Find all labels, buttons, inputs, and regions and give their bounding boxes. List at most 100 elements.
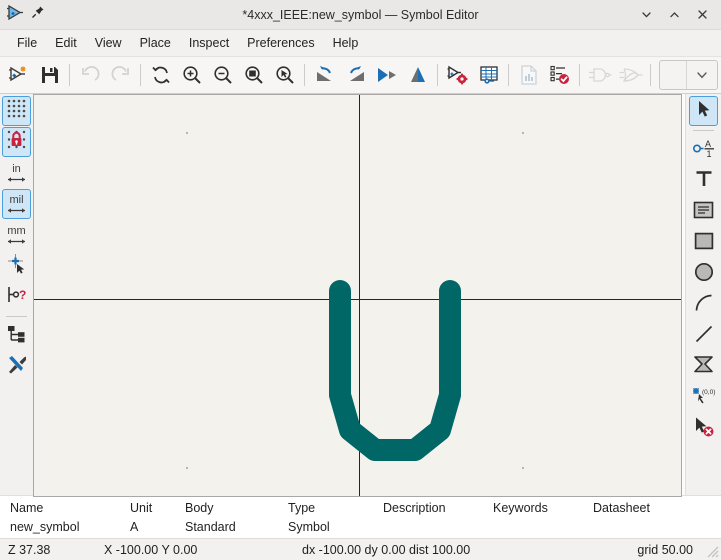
- header-datasheet: Datasheet: [583, 501, 703, 515]
- show-pin-electrical-types-button[interactable]: ?: [2, 282, 31, 312]
- menu-inspect[interactable]: Inspect: [180, 34, 238, 52]
- cell-type[interactable]: Symbol: [278, 520, 373, 534]
- cell-body[interactable]: Standard: [175, 520, 278, 534]
- text-icon: [694, 169, 714, 194]
- undo-button[interactable]: [74, 60, 105, 91]
- symbol-graphic: [34, 95, 682, 497]
- arc-icon: [694, 293, 714, 318]
- symbol-tree-icon: [6, 323, 28, 350]
- menu-place[interactable]: Place: [131, 34, 180, 52]
- symbol-properties-button[interactable]: [442, 60, 473, 91]
- header-name: Name: [0, 501, 120, 515]
- preferences-button[interactable]: [2, 352, 31, 382]
- add-circle-tool-button[interactable]: [689, 259, 718, 289]
- set-anchor-tool-button[interactable]: (0,0): [689, 383, 718, 413]
- add-arc-tool-button[interactable]: [689, 290, 718, 320]
- properties-header-row: Name Unit Body Type Description Keywords…: [0, 498, 721, 517]
- new-symbol-button[interactable]: [3, 60, 34, 91]
- toolbar-separator: [650, 64, 651, 86]
- add-text-tool-button[interactable]: [689, 166, 718, 196]
- pin-icon[interactable]: [31, 5, 45, 24]
- add-pin-icon: A 1: [692, 138, 716, 163]
- grid-lock-icon: [6, 129, 27, 155]
- toggle-cursor-fullscreen-button[interactable]: [2, 251, 31, 281]
- demorgan-standard-button[interactable]: [584, 60, 615, 91]
- menu-preferences[interactable]: Preferences: [238, 34, 323, 52]
- svg-text:?: ?: [19, 288, 26, 302]
- save-button[interactable]: [34, 60, 65, 91]
- minimize-button[interactable]: [639, 7, 654, 22]
- menu-view[interactable]: View: [86, 34, 131, 52]
- drawing-canvas[interactable]: [33, 94, 682, 497]
- delete-tool-button[interactable]: [689, 414, 718, 444]
- sidebar-divider: [693, 130, 714, 131]
- redo-button[interactable]: [105, 60, 136, 91]
- pin-electrical-type-icon: ?: [6, 284, 28, 311]
- window-resize-grip[interactable]: [703, 542, 719, 558]
- symbol-polyline: [340, 291, 450, 450]
- close-button[interactable]: [695, 7, 710, 22]
- line-icon: [694, 324, 714, 349]
- toolbar-separator: [69, 64, 70, 86]
- show-symbol-tree-button[interactable]: [2, 321, 31, 351]
- anchor-origin-icon: (0,0): [691, 387, 717, 410]
- header-description: Description: [373, 501, 483, 515]
- zoom-selection-button[interactable]: [269, 60, 300, 91]
- rotate-ccw-button[interactable]: [309, 60, 340, 91]
- toolbar-separator: [508, 64, 509, 86]
- units-mils-button[interactable]: mil: [2, 189, 31, 219]
- units-millimeters-button[interactable]: mm: [2, 220, 31, 250]
- refresh-button[interactable]: [145, 60, 176, 91]
- erc-button[interactable]: [544, 60, 575, 91]
- menu-bar: File Edit View Place Inspect Preferences…: [0, 30, 721, 57]
- toolbar-separator: [304, 64, 305, 86]
- header-body: Body: [175, 501, 278, 515]
- add-pin-tool-button[interactable]: A 1: [689, 135, 718, 165]
- add-textbox-tool-button[interactable]: [689, 197, 718, 227]
- unit-selector-combo[interactable]: [659, 60, 718, 90]
- zoom-out-button[interactable]: [207, 60, 238, 91]
- select-tool-button[interactable]: [689, 96, 718, 126]
- units-mil-label: mil: [9, 195, 23, 206]
- add-polygon-tool-button[interactable]: [689, 352, 718, 382]
- add-line-tool-button[interactable]: [689, 321, 718, 351]
- polygon-icon: [693, 355, 714, 379]
- status-delta: dx -100.00 dy 0.00 dist 100.00: [294, 543, 629, 557]
- zoom-in-button[interactable]: [176, 60, 207, 91]
- mirror-vertical-button[interactable]: [402, 60, 433, 91]
- tools-icon: [6, 354, 28, 381]
- rotate-cw-button[interactable]: [340, 60, 371, 91]
- demorgan-alternate-button[interactable]: [615, 60, 646, 91]
- toolbar-separator: [579, 64, 580, 86]
- units-inches-button[interactable]: in: [2, 158, 31, 188]
- cell-name[interactable]: new_symbol: [0, 520, 120, 534]
- maximize-button[interactable]: [667, 7, 682, 22]
- toggle-grid-override-button[interactable]: [2, 127, 31, 157]
- datasheet-button[interactable]: [513, 60, 544, 91]
- header-keywords: Keywords: [483, 501, 583, 515]
- menu-file[interactable]: File: [8, 34, 46, 52]
- sidebar-divider: [6, 316, 27, 317]
- cell-unit[interactable]: A: [120, 520, 175, 534]
- textbox-icon: [693, 201, 714, 224]
- window-controls: [639, 7, 721, 22]
- symbol-properties-table: Name Unit Body Type Description Keywords…: [0, 495, 721, 538]
- main-toolbar: [0, 57, 721, 94]
- left-toolbar: in mil: [0, 94, 33, 495]
- add-rectangle-tool-button[interactable]: [689, 228, 718, 258]
- table-row[interactable]: new_symbol A Standard Symbol: [0, 517, 721, 536]
- pin-table-button[interactable]: [473, 60, 504, 91]
- delete-cursor-icon: [693, 416, 715, 443]
- svg-text:(0,0): (0,0): [702, 389, 715, 396]
- toggle-grid-button[interactable]: [2, 96, 31, 126]
- menu-edit[interactable]: Edit: [46, 34, 86, 52]
- mirror-horizontal-button[interactable]: [371, 60, 402, 91]
- menu-help[interactable]: Help: [324, 34, 368, 52]
- toolbar-separator: [140, 64, 141, 86]
- chevron-down-icon[interactable]: [687, 61, 717, 89]
- status-bar: Z 37.38 X -100.00 Y 0.00 dx -100.00 dy 0…: [0, 538, 721, 560]
- zoom-fit-button[interactable]: [238, 60, 269, 91]
- unit-selector-value: [660, 61, 687, 89]
- units-mil-icon: mil: [7, 195, 26, 214]
- status-coords: X -100.00 Y 0.00: [96, 543, 294, 557]
